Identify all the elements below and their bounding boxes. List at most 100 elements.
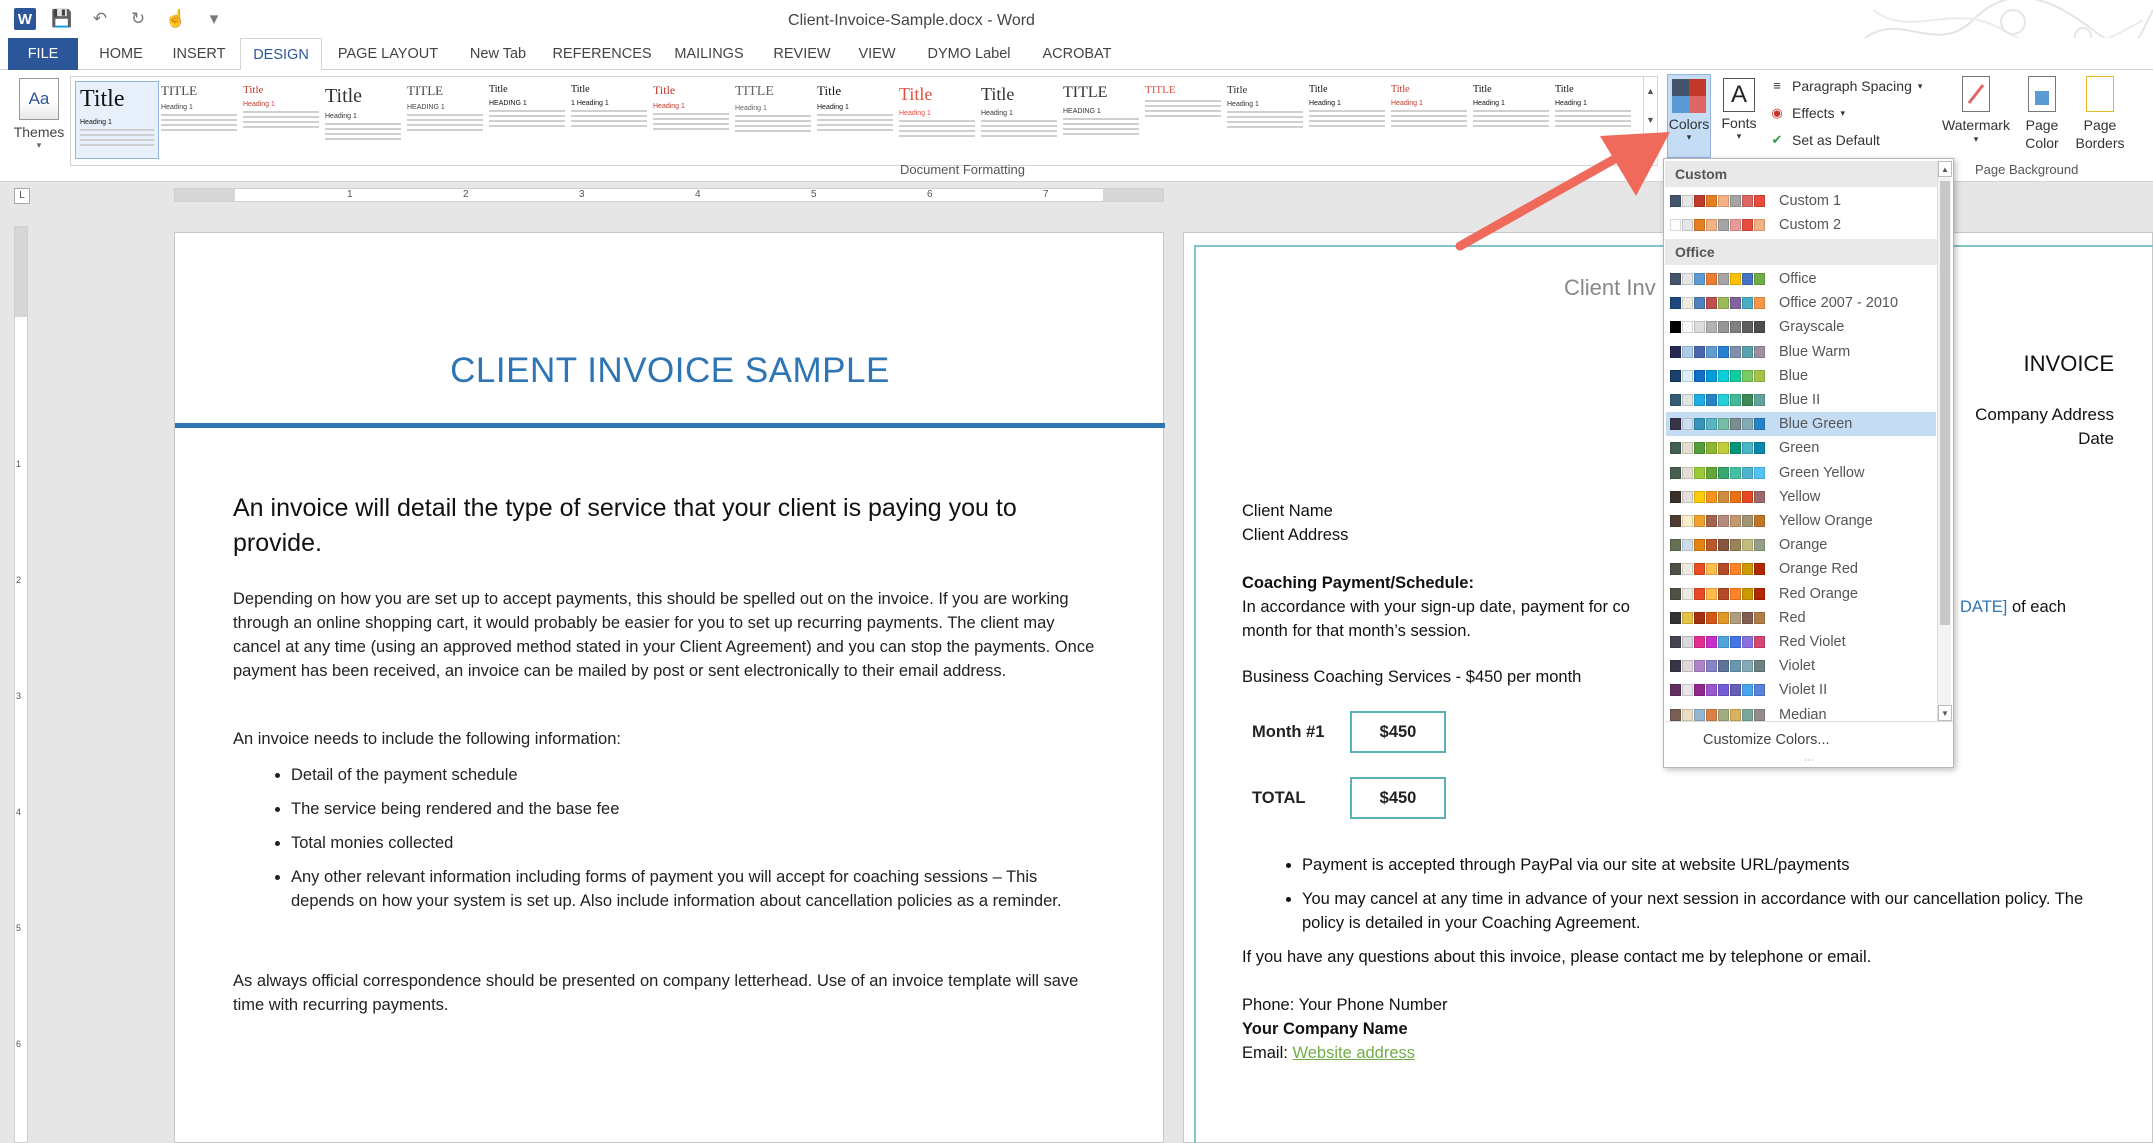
tab-file[interactable]: FILE	[8, 38, 78, 70]
color-scheme-item[interactable]: Custom 2	[1666, 213, 1936, 237]
style-set-tile[interactable]: Title Heading 1	[895, 81, 979, 159]
page-color-button[interactable]: Page Color	[2018, 76, 2066, 152]
style-set-tile[interactable]: Title Heading 1	[1223, 81, 1307, 159]
gallery-scroll[interactable]: ▲ ▼ ▾	[1643, 77, 1657, 165]
style-set-tile[interactable]: TITLE Heading 1	[157, 81, 241, 159]
style-set-tile[interactable]: Title Heading 1	[1469, 81, 1553, 159]
effects-button[interactable]: ◉ Effects ▾	[1768, 105, 1845, 121]
color-scheme-item[interactable]: Blue Warm	[1666, 340, 1936, 364]
color-swatch	[1682, 442, 1693, 455]
style-tile-text-line	[80, 129, 154, 132]
color-scheme-item[interactable]: Orange Red	[1666, 557, 1936, 581]
color-scheme-item[interactable]: Green	[1666, 436, 1936, 460]
color-scheme-item[interactable]: Blue Green	[1666, 412, 1936, 437]
scroll-thumb[interactable]	[1940, 181, 1950, 625]
tab-insert[interactable]: INSERT	[164, 38, 234, 70]
style-set-tile[interactable]: Title Heading 1	[813, 81, 897, 159]
tab-home[interactable]: HOME	[88, 38, 154, 70]
document-page-1[interactable]: CLIENT INVOICE SAMPLE An invoice will de…	[174, 232, 1165, 1143]
color-swatch	[1682, 490, 1693, 503]
style-tile-heading: Heading 1	[1227, 101, 1259, 109]
gallery-up-icon[interactable]: ▲	[1644, 77, 1657, 106]
style-set-tile[interactable]: Title HEADING 1	[485, 81, 569, 159]
color-swatch	[1670, 684, 1681, 697]
color-scheme-item[interactable]: Custom 1	[1666, 189, 1936, 213]
style-set-tile[interactable]: TITLE HEADING 1	[1059, 81, 1143, 159]
colors-button[interactable]: Colors ▾	[1667, 74, 1711, 158]
tab-acrobat[interactable]: ACROBAT	[1036, 38, 1118, 70]
colors-dropdown[interactable]: Custom Custom 1 Custom 2 Office Office Off…	[1663, 158, 1954, 768]
style-set-tile[interactable]: Title Heading 1	[239, 81, 323, 159]
color-swatch	[1742, 611, 1753, 624]
gallery-down-icon[interactable]: ▼	[1644, 106, 1657, 135]
color-scheme-label: Violet	[1779, 658, 1816, 675]
color-scheme-item[interactable]: Red Orange	[1666, 582, 1936, 606]
color-scheme-item[interactable]: Orange	[1666, 533, 1936, 557]
style-tile-title: TITLE	[1145, 84, 1176, 96]
color-scheme-item[interactable]: Red	[1666, 606, 1936, 630]
style-set-tile[interactable]: TITLE Heading 1	[731, 81, 815, 159]
tab-review[interactable]: REVIEW	[764, 38, 840, 70]
color-scheme-item[interactable]: Red Violet	[1666, 630, 1936, 654]
page-borders-button[interactable]: Page Borders	[2072, 76, 2128, 152]
style-set-tile[interactable]: TITLE HEADING 1	[403, 81, 487, 159]
tab-page-layout[interactable]: PAGE LAYOUT	[330, 38, 446, 70]
style-set-tile[interactable]: Title Heading 1	[1305, 81, 1389, 159]
themes-button[interactable]: Aa Themes ▾	[10, 76, 68, 166]
title-divider	[175, 423, 1165, 428]
color-scheme-item[interactable]: Green Yellow	[1666, 461, 1936, 485]
style-set-tile[interactable]: Title Heading 1	[321, 81, 405, 159]
tab-mailings[interactable]: MAILINGS	[666, 38, 752, 70]
color-scheme-label: Office	[1779, 271, 1817, 287]
color-scheme-item[interactable]: Violet	[1666, 654, 1936, 678]
coaching-heading: Coaching Payment/Schedule:	[1242, 574, 1474, 592]
color-swatch	[1706, 563, 1717, 576]
color-swatch	[1718, 442, 1729, 455]
color-swatch	[1670, 636, 1681, 648]
color-scheme-item[interactable]: Blue II	[1666, 388, 1936, 412]
style-set-tile[interactable]: Title Heading 1	[1387, 81, 1471, 159]
resize-grip-icon[interactable]: ⋯	[1665, 756, 1953, 766]
paragraph-spacing-button[interactable]: ≡ Paragraph Spacing ▾	[1768, 78, 1922, 94]
color-scheme-item[interactable]: Yellow Orange	[1666, 509, 1936, 533]
vruler-top-margin	[15, 227, 27, 317]
style-set-tile[interactable]: Title Heading 1	[1551, 81, 1635, 159]
fonts-button[interactable]: A Fonts ▾	[1717, 74, 1761, 158]
vertical-ruler[interactable]: 1 2 3 4 5 6	[14, 226, 28, 1143]
style-tile-heading: Heading 1	[1555, 100, 1587, 107]
customize-colors-button[interactable]: Customize Colors... ⋯	[1665, 721, 1953, 767]
horizontal-ruler[interactable]: 1 2 3 4 5 6 7	[174, 188, 1164, 202]
watermark-button[interactable]: Watermark ▾	[1940, 76, 2012, 146]
style-set-tile[interactable]: Title Heading 1	[649, 81, 733, 159]
color-scheme-item[interactable]: Violet II	[1666, 678, 1936, 702]
color-scheme-item[interactable]: Office 2007 - 2010	[1666, 291, 1936, 315]
color-scheme-label: Yellow Orange	[1779, 513, 1873, 529]
tab-design[interactable]: DESIGN	[240, 38, 322, 71]
tab-view[interactable]: VIEW	[852, 38, 902, 70]
tab-new-tab[interactable]: New Tab	[458, 38, 538, 70]
tab-dymo-label[interactable]: DYMO Label	[914, 38, 1024, 70]
color-swatch	[1706, 490, 1717, 503]
tab-references[interactable]: REFERENCES	[550, 38, 654, 70]
color-scheme-item[interactable]: Office	[1666, 267, 1936, 291]
tab-selector[interactable]: L	[14, 188, 30, 204]
color-scheme-item[interactable]: Blue	[1666, 364, 1936, 388]
style-set-gallery: Title Heading 1 TITLE Heading 1 Title Heading…	[70, 76, 1658, 166]
style-tile-text-line	[981, 130, 1057, 133]
style-tile-text-line	[161, 128, 237, 131]
website-link[interactable]: Website address	[1292, 1044, 1415, 1062]
color-scheme-item[interactable]: Yellow	[1666, 485, 1936, 509]
scroll-down-icon[interactable]: ▼	[1938, 705, 1952, 721]
gallery-more-icon[interactable]: ▾	[1644, 135, 1657, 164]
color-swatch	[1730, 321, 1741, 334]
scroll-up-icon[interactable]: ▲	[1938, 161, 1952, 177]
style-set-tile[interactable]: TITLE	[1141, 81, 1225, 159]
color-swatch	[1706, 515, 1717, 527]
set-as-default-button[interactable]: ✔ Set as Default	[1768, 132, 1880, 148]
color-scheme-item[interactable]: Grayscale	[1666, 315, 1936, 339]
style-set-tile[interactable]: Title 1 Heading 1	[567, 81, 651, 159]
dropdown-scrollbar[interactable]: ▲ ▼	[1937, 161, 1952, 721]
style-set-tile[interactable]: Title Heading 1	[977, 81, 1061, 159]
style-tile-text-line	[653, 122, 729, 125]
style-set-tile[interactable]: Title Heading 1	[75, 81, 159, 159]
